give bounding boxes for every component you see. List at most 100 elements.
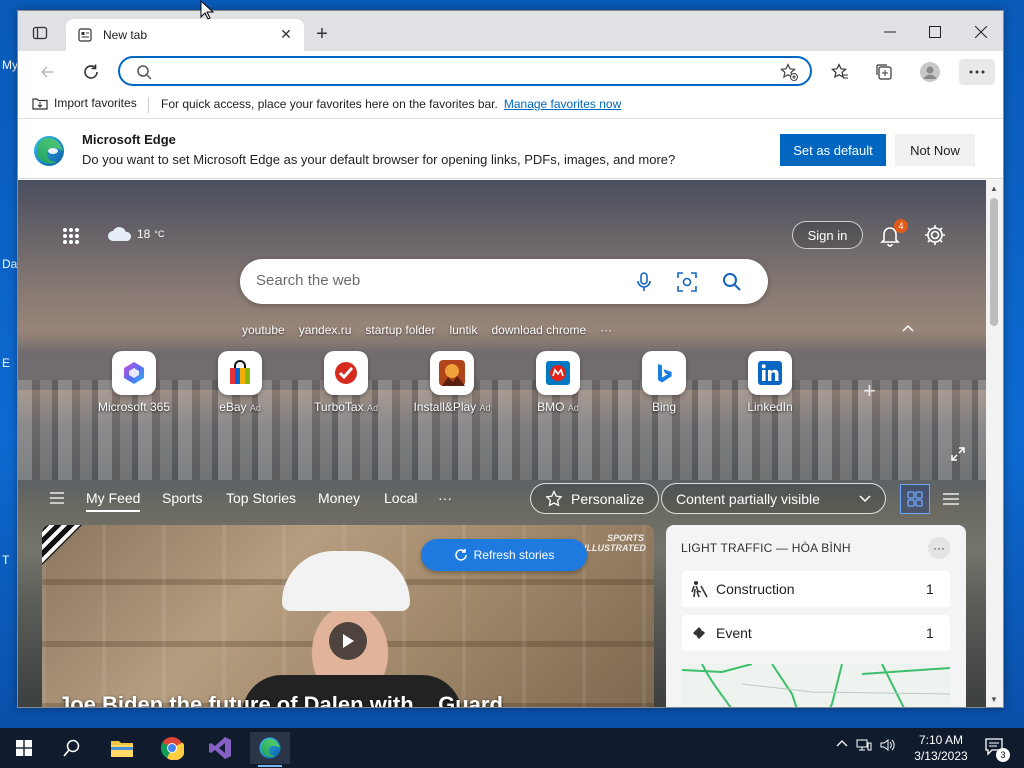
search-submit-icon[interactable] [720, 270, 744, 294]
desktop-label[interactable]: T [2, 553, 9, 567]
tab-strip: New tab ✕ + [18, 11, 1003, 51]
clock[interactable]: 7:10 AM 3/13/2023 [908, 732, 974, 764]
set-as-default-button[interactable]: Set as default [780, 134, 886, 166]
infobar-message: Do you want to set Microsoft Edge as you… [82, 152, 676, 167]
bing-icon [658, 364, 672, 383]
visual-search-icon[interactable] [675, 270, 699, 294]
edge-taskbar-button[interactable] [250, 732, 290, 767]
chrome-icon [160, 737, 184, 760]
weather-temperature: 18 [137, 227, 151, 241]
chevron-up-icon[interactable] [836, 738, 848, 755]
tab-local[interactable]: Local [384, 490, 417, 506]
collections-icon[interactable] [871, 59, 897, 85]
address-input[interactable] [164, 62, 764, 80]
close-window-button[interactable] [959, 17, 1003, 47]
list-layout-button[interactable] [940, 488, 962, 510]
profile-avatar[interactable] [917, 59, 943, 85]
clock-date: 3/13/2023 [914, 749, 968, 763]
page-scrollbar[interactable]: ▲ ▼ [986, 180, 1003, 707]
content-visibility-dropdown[interactable]: Content partially visible [661, 483, 886, 514]
desktop-label[interactable]: E [2, 356, 10, 370]
search-icon [137, 65, 152, 80]
tab-more[interactable]: ··· [438, 490, 452, 506]
tab-money[interactable]: Money [318, 490, 360, 506]
action-center-button[interactable]: 3 [984, 736, 1010, 762]
apps-launcher-icon[interactable] [60, 225, 82, 247]
traffic-row[interactable]: Construction 1 [682, 571, 950, 607]
minimize-button[interactable] [868, 17, 912, 47]
page-settings-button[interactable] [923, 223, 949, 249]
import-favorites-button[interactable]: Import favorites [32, 96, 137, 110]
refresh-stories-button[interactable]: Refresh stories [421, 539, 587, 571]
traffic-type: Event [716, 625, 752, 641]
quick-link-bing[interactable]: Bing [614, 351, 714, 414]
trending-more[interactable]: ··· [600, 323, 612, 337]
file-explorer-button[interactable] [102, 732, 142, 764]
quick-link-microsoft365[interactable]: Microsoft 365 [84, 351, 184, 414]
start-button[interactable] [4, 732, 44, 764]
tab-actions-icon[interactable] [30, 23, 50, 43]
desktop-label[interactable]: My [2, 58, 18, 72]
settings-more-icon[interactable] [959, 59, 995, 85]
microphone-icon[interactable] [632, 270, 656, 294]
grid-layout-button[interactable] [900, 484, 930, 514]
web-search-box[interactable] [240, 259, 768, 304]
quick-link-ebay[interactable]: eBay Ad [190, 351, 290, 414]
volume-icon[interactable] [880, 738, 896, 755]
quick-link-linkedin[interactable]: LinkedIn [720, 351, 820, 414]
quick-link-turbotax[interactable]: TurboTax Ad [296, 351, 396, 414]
tab-top-stories[interactable]: Top Stories [226, 490, 296, 506]
trending-item[interactable]: startup folder [365, 323, 435, 337]
traffic-row[interactable]: Event 1 [682, 615, 950, 651]
close-tab-icon[interactable]: ✕ [276, 24, 296, 44]
network-icon[interactable] [856, 738, 872, 755]
tab-my-feed[interactable]: My Feed [86, 490, 141, 512]
tab-new-tab[interactable]: New tab ✕ [66, 19, 304, 51]
chevron-up-icon[interactable] [902, 321, 914, 335]
search-taskbar-button[interactable] [52, 732, 92, 764]
quick-link-installplay[interactable]: Install&Play Ad [402, 351, 502, 414]
personalize-button[interactable]: Personalize [530, 483, 660, 514]
tab-sports[interactable]: Sports [162, 490, 202, 506]
new-tab-button[interactable]: + [312, 23, 332, 45]
address-bar[interactable] [118, 56, 812, 86]
desktop-label[interactable]: Da [2, 257, 17, 271]
traffic-card[interactable]: LIGHT TRAFFIC — HÒA BÌNH ··· Constructio… [666, 525, 966, 707]
favorites-icon[interactable] [827, 59, 853, 85]
scroll-up-icon[interactable]: ▲ [989, 184, 999, 194]
ad-label: Ad [366, 403, 378, 413]
trending-item[interactable]: download chrome [491, 323, 586, 337]
scroll-down-icon[interactable]: ▼ [989, 695, 999, 705]
maximize-button[interactable] [913, 17, 957, 47]
refresh-button[interactable] [78, 59, 104, 85]
visual-studio-button[interactable] [200, 732, 240, 764]
play-video-button[interactable] [329, 622, 367, 660]
weather-widget[interactable]: 18 °C [107, 226, 164, 242]
game-icon [439, 360, 465, 386]
sign-in-button[interactable]: Sign in [792, 221, 863, 249]
taskbar: 7:10 AM 3/13/2023 3 [0, 728, 1024, 768]
not-now-button[interactable]: Not Now [895, 134, 975, 166]
web-search-input[interactable] [256, 272, 616, 289]
traffic-map[interactable] [681, 663, 951, 707]
notifications-button[interactable]: 4 [878, 219, 908, 249]
refresh-icon [454, 549, 467, 561]
menu-icon[interactable] [50, 492, 64, 504]
add-shortcut-icon[interactable]: + [863, 378, 876, 404]
shopping-bag-icon [230, 360, 250, 384]
system-tray [836, 738, 896, 755]
quick-link-bmo[interactable]: BMO Ad [508, 351, 608, 414]
more-options-icon[interactable]: ··· [928, 537, 950, 559]
manage-favorites-link[interactable]: Manage favorites now [504, 97, 621, 111]
trending-item[interactable]: luntik [449, 323, 477, 337]
trending-item[interactable]: youtube [242, 323, 285, 337]
trending-item[interactable]: yandex.ru [299, 323, 352, 337]
play-icon [343, 634, 354, 648]
expand-icon[interactable] [948, 444, 968, 464]
add-favorite-icon[interactable] [780, 63, 798, 81]
chrome-button[interactable] [152, 732, 192, 764]
back-button[interactable] [34, 59, 60, 85]
story-title[interactable]: Joe Biden the future of Dalen with... Gu… [58, 692, 503, 707]
scrollbar-thumb[interactable] [990, 198, 998, 326]
browser-window: New tab ✕ + Import favorites For quick a… [17, 10, 1004, 708]
